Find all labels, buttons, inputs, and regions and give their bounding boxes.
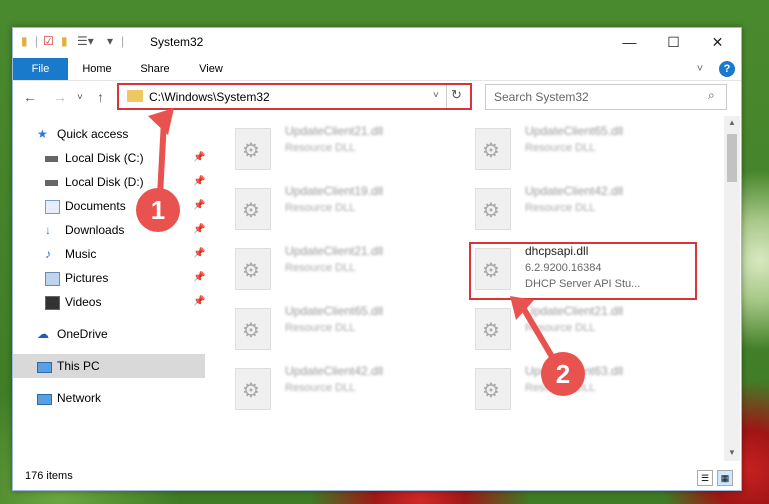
arrow-2-shaft (519, 304, 557, 362)
arrow-1-shaft (157, 119, 167, 197)
annotation-arrows (148, 108, 557, 362)
step-1-badge: 1 (136, 188, 180, 232)
step-2-badge: 2 (541, 352, 585, 396)
